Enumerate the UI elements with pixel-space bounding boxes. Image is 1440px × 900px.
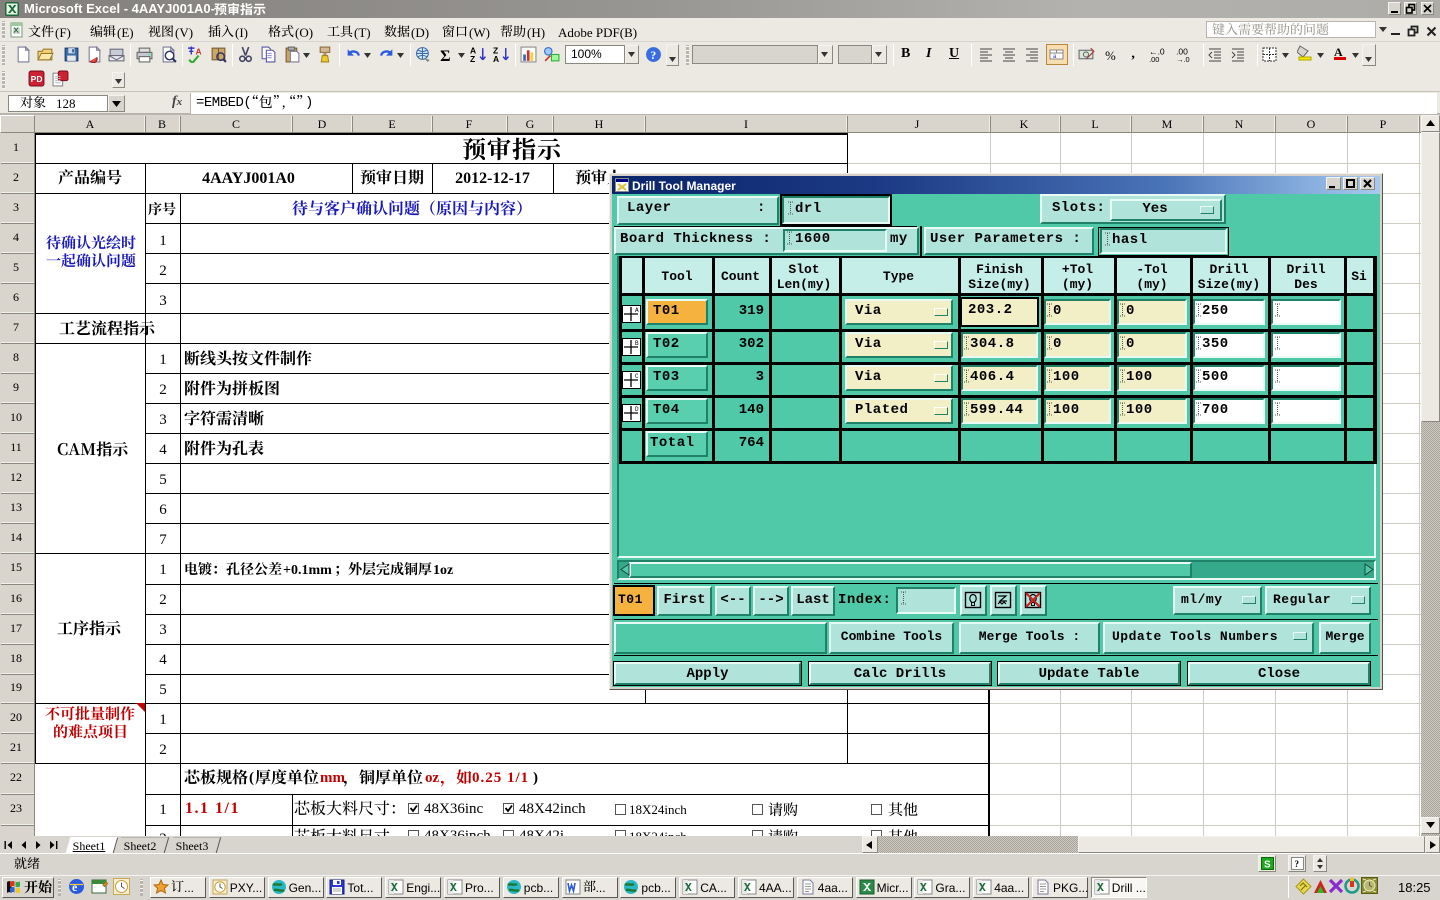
svg-text:?: ?: [1295, 859, 1300, 869]
svg-text:A: A: [1334, 45, 1343, 59]
svg-text:?: ?: [650, 49, 656, 62]
svg-text:A: A: [493, 54, 499, 63]
svg-text:Σ: Σ: [440, 48, 450, 63]
svg-text:C: C: [635, 373, 639, 380]
svg-text:%: %: [1105, 49, 1116, 63]
svg-text:e: e: [72, 880, 78, 894]
svg-text:.00: .00: [1149, 55, 1159, 63]
svg-text:PD: PD: [31, 74, 43, 84]
svg-text:,: ,: [1131, 46, 1134, 61]
svg-text:Z: Z: [470, 54, 475, 63]
svg-text:→.0: →.0: [1176, 55, 1190, 63]
svg-text:S: S: [1264, 860, 1271, 871]
svg-text:D: D: [635, 406, 639, 413]
svg-text:A: A: [196, 47, 202, 57]
svg-text:A: A: [635, 307, 639, 314]
svg-text:B: B: [635, 340, 639, 347]
